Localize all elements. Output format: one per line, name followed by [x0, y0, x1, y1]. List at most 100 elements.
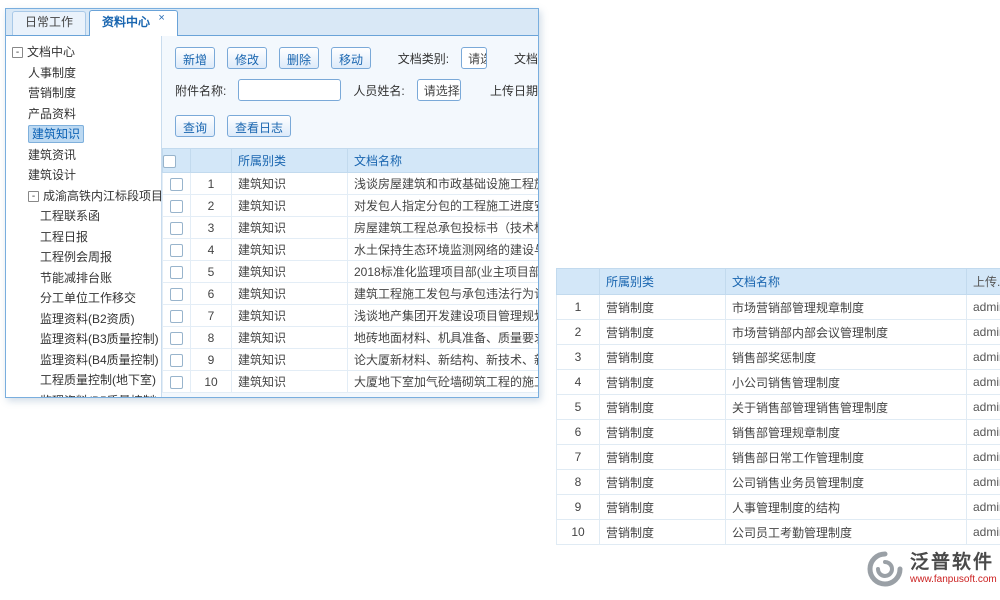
row-checkbox[interactable] [170, 332, 183, 345]
fanpu-logo: 泛普软件 www.fanpusoft.com [866, 550, 997, 588]
tree-item-label: 文档中心 [27, 45, 75, 59]
row-category: 营销制度 [600, 320, 726, 345]
row-category: 营销制度 [600, 345, 726, 370]
row-checkbox-cell [163, 371, 191, 393]
tree-item[interactable]: 监理资料(B2资质) [6, 309, 161, 330]
doc-name-link[interactable]: 小公司销售管理制度 [726, 370, 967, 395]
tab-daily-work[interactable]: 日常工作 [12, 11, 86, 35]
row-checkbox[interactable] [170, 200, 183, 213]
row-category: 建筑知识 [232, 195, 348, 217]
row-checkbox[interactable] [170, 178, 183, 191]
tree-item[interactable]: 工程日报 [6, 227, 161, 248]
doc-name-link[interactable]: 2018标准化监理项目部(业主项目部)人员... [348, 261, 539, 283]
doc-name-link[interactable]: 销售部管理规章制度 [726, 420, 967, 445]
tree-item[interactable]: 监理资料(B3质量控制) [6, 329, 161, 350]
row-seq: 1 [191, 173, 232, 195]
doc-name-link[interactable]: 销售部奖惩制度 [726, 345, 967, 370]
row-seq: 8 [191, 327, 232, 349]
row-seq: 7 [191, 305, 232, 327]
tree-item-label: 工程例会周报 [40, 250, 112, 264]
tree-item[interactable]: 分工单位工作移交 [6, 288, 161, 309]
tree-folder[interactable]: -文档中心 [6, 42, 161, 63]
doc-name-link[interactable]: 销售部日常工作管理制度 [726, 445, 967, 470]
tab-label: 日常工作 [25, 15, 73, 29]
row-seq: 5 [191, 261, 232, 283]
row-checkbox[interactable] [170, 288, 183, 301]
doc-name-link[interactable]: 大厦地下室加气砼墙砌筑工程的施工方... [348, 371, 539, 393]
doc-name-link[interactable]: 论大厦新材料、新结构、新技术、新工... [348, 349, 539, 371]
table-row: 6营销制度销售部管理规章制度admin [557, 420, 1000, 445]
collapse-icon[interactable]: - [12, 47, 23, 58]
row-uploader: admin [967, 470, 1000, 495]
row-category: 建筑知识 [232, 283, 348, 305]
row-seq: 2 [557, 320, 600, 345]
window-body: -文档中心人事制度营销制度产品资料建筑知识建筑资讯建筑设计-成渝高铁内江标段项目… [6, 36, 538, 398]
doc-name-link[interactable]: 地砖地面材料、机具准备、质量要求及... [348, 327, 539, 349]
doc-name-link[interactable]: 市场营销部内部会议管理制度 [726, 320, 967, 345]
table-row: 6建筑知识建筑工程施工发包与承包违法行为认定... [163, 283, 539, 305]
documents-table: 所属别类 文档名称 1建筑知识浅谈房屋建筑和市政基础设施工程施工...2建筑知识… [162, 148, 538, 393]
row-checkbox[interactable] [170, 376, 183, 389]
tree-item[interactable]: 节能减排台账 [6, 268, 161, 289]
doc-name-link[interactable]: 房屋建筑工程总承包投标书（技术标）... [348, 217, 539, 239]
main-panel: 新增 修改 删除 移动 文档类别: 请选择 ▼ 文档 附件名称: 人员姓名: 请… [162, 36, 538, 398]
doc-name-link[interactable]: 建筑工程施工发包与承包违法行为认定... [348, 283, 539, 305]
tree-item-label: 工程质量控制(地下室) [40, 373, 156, 387]
row-category: 建筑知识 [232, 349, 348, 371]
tree-item[interactable]: 工程联系函 [6, 206, 161, 227]
row-checkbox[interactable] [170, 244, 183, 257]
tree-item-label: 建筑知识 [28, 125, 84, 143]
tree-folder[interactable]: -成渝高铁内江标段项目 [6, 186, 161, 207]
collapse-icon[interactable]: - [28, 191, 39, 202]
doc-type-label: 文档类别: [398, 50, 449, 67]
row-checkbox-cell [163, 349, 191, 371]
doc-name-link[interactable]: 公司员工考勤管理制度 [726, 520, 967, 545]
doc-name-link[interactable]: 人事管理制度的结构 [726, 495, 967, 520]
tree-item[interactable]: 监理资料(B4质量控制) [6, 350, 161, 371]
attachment-input[interactable] [238, 79, 341, 101]
table-header-row: 所属别类 文档名称 [163, 149, 539, 173]
clipped-doc-label: 文档 [514, 50, 538, 67]
edit-button[interactable]: 修改 [227, 47, 267, 69]
tree-item[interactable]: 监理资料(B5质量控制) [6, 391, 161, 399]
row-checkbox[interactable] [170, 310, 183, 323]
doc-name-link[interactable]: 浅谈房屋建筑和市政基础设施工程施工... [348, 173, 539, 195]
doc-name-link[interactable]: 对发包人指定分包的工程施工进度安排... [348, 195, 539, 217]
tree-item[interactable]: 建筑设计 [6, 165, 161, 186]
doc-name-link[interactable]: 关于销售部管理销售管理制度 [726, 395, 967, 420]
doc-name-link[interactable]: 公司销售业务员管理制度 [726, 470, 967, 495]
table-row: 4营销制度小公司销售管理制度admin [557, 370, 1000, 395]
doc-type-select[interactable]: 请选择 ▼ [461, 47, 487, 69]
table-row: 9营销制度人事管理制度的结构admin [557, 495, 1000, 520]
tab-bar: 日常工作 资料中心 × [6, 9, 538, 36]
row-category: 建筑知识 [232, 261, 348, 283]
delete-button[interactable]: 删除 [279, 47, 319, 69]
select-all-checkbox[interactable] [163, 155, 176, 168]
tab-label: 资料中心 [102, 15, 150, 29]
row-checkbox[interactable] [170, 354, 183, 367]
row-checkbox[interactable] [170, 222, 183, 235]
tree-item[interactable]: 营销制度 [6, 83, 161, 104]
tree-item[interactable]: 人事制度 [6, 63, 161, 84]
person-select[interactable]: 请选择 ▼ [417, 79, 462, 101]
tree-item[interactable]: 产品资料 [6, 104, 161, 125]
close-icon[interactable]: × [158, 12, 164, 24]
doc-name-link[interactable]: 水土保持生态环境监测网络的建设与资... [348, 239, 539, 261]
add-button[interactable]: 新增 [175, 47, 215, 69]
table-row: 1建筑知识浅谈房屋建筑和市政基础设施工程施工... [163, 173, 539, 195]
tree-item[interactable]: 建筑资讯 [6, 145, 161, 166]
doc-name-link[interactable]: 浅谈地产集团开发建设项目管理规划编... [348, 305, 539, 327]
view-log-button[interactable]: 查看日志 [227, 115, 291, 137]
row-checkbox[interactable] [170, 266, 183, 279]
query-button[interactable]: 查询 [175, 115, 215, 137]
row-seq: 4 [191, 239, 232, 261]
toolbar: 新增 修改 删除 移动 文档类别: 请选择 ▼ 文档 [175, 46, 538, 70]
tree-item[interactable]: 建筑知识 [6, 124, 161, 145]
move-button[interactable]: 移动 [331, 47, 371, 69]
row-checkbox-cell [163, 239, 191, 261]
tab-data-center[interactable]: 资料中心 × [89, 10, 178, 36]
doc-name-link[interactable]: 市场营销部管理规章制度 [726, 295, 967, 320]
tree-item[interactable]: 工程质量控制(地下室) [6, 370, 161, 391]
tree-item[interactable]: 工程例会周报 [6, 247, 161, 268]
marketing-documents-table: 所属别类 文档名称 上传... 1营销制度市场营销部管理规章制度admin2营销… [556, 268, 1000, 545]
